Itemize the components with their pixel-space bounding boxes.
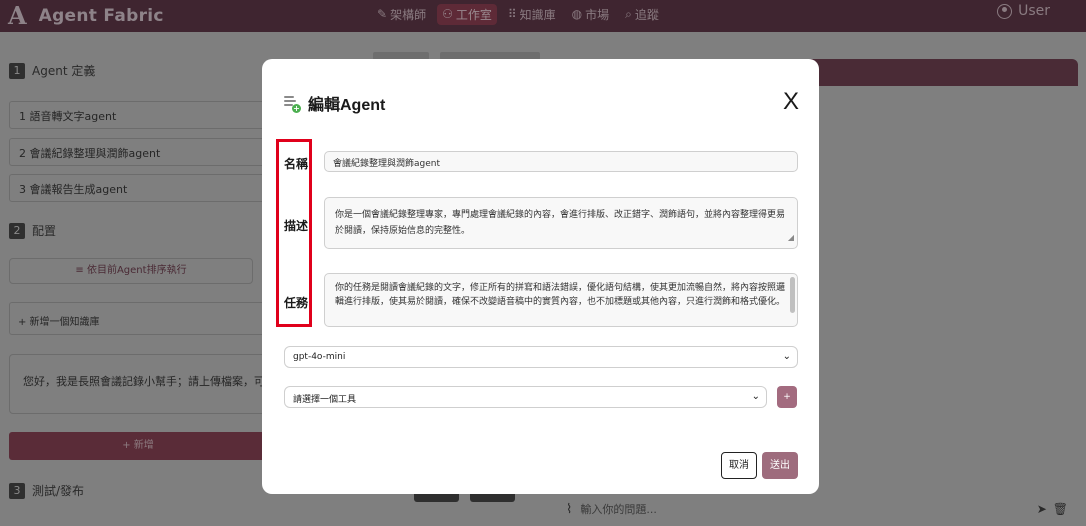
send-icon[interactable]: ➤ xyxy=(1037,502,1047,516)
section-config: 2 配置 xyxy=(9,222,56,239)
add-agent-button[interactable]: + 新增 xyxy=(9,432,267,460)
main-nav: ✎ 架構師 ⚇ 工作室 ⠿ 知識庫 ◍ 市場 ⌕ 追蹤 xyxy=(372,0,670,28)
edit-agent-modal: + 編輯Agent X 名稱 會議紀錄整理與潤飾agent 描述 你是一個會議紀… xyxy=(262,59,819,494)
name-label: 名稱 xyxy=(284,157,309,171)
pen-icon: ✎ xyxy=(377,7,388,21)
paperclip-icon[interactable]: ⌇ xyxy=(566,502,572,517)
nav-studio[interactable]: ⚇ 工作室 xyxy=(437,3,497,25)
cancel-button[interactable]: 取消 xyxy=(721,452,757,479)
add-tool-button[interactable]: + xyxy=(777,386,797,408)
modal-header: + 編輯Agent xyxy=(284,91,385,115)
chat-input[interactable]: 輸入你的問題... xyxy=(580,501,657,517)
close-button[interactable]: X xyxy=(783,88,799,116)
chevron-down-icon: ⌄ xyxy=(782,351,791,362)
nav-architect[interactable]: ✎ 架構師 xyxy=(372,4,431,25)
tool-value: 請選擇一個工具 xyxy=(293,395,357,405)
trash-icon[interactable]: 🗑 xyxy=(1053,502,1068,516)
section-number: 2 xyxy=(9,222,25,239)
app-name: Agent Fabric xyxy=(38,6,164,26)
section-title: Agent 定義 xyxy=(32,64,96,78)
description-label: 描述 xyxy=(284,219,309,233)
section-agent-definition: 1 Agent 定義 xyxy=(9,62,95,79)
add-knowledge-base-button[interactable]: + 新增一個知識庫 xyxy=(9,302,267,335)
nav-label: 知識庫 xyxy=(519,7,556,22)
welcome-message: 您好，我是長照會議記錄小幫手；請上傳檔案，可 xyxy=(9,354,267,414)
nav-knowledge-base[interactable]: ⠿ 知識庫 xyxy=(503,4,561,25)
resize-handle-icon[interactable]: ◢ xyxy=(788,230,794,246)
nav-label: 架構師 xyxy=(390,7,427,22)
submit-button[interactable]: 送出 xyxy=(762,452,798,479)
nav-label: 追蹤 xyxy=(634,7,659,22)
model-select[interactable]: gpt-4o-mini ⌄ xyxy=(284,346,798,368)
section-test-publish: 3 測試/發布 xyxy=(9,482,84,499)
agent-list-item[interactable]: 1 語音轉文字agent xyxy=(9,101,267,129)
search-icon: ⌕ xyxy=(625,6,632,21)
task-text: 你的任務是閱讀會議紀錄的文字，修正所有的拼寫和語法錯誤，優化語句結構，使其更加流… xyxy=(335,283,786,307)
section-number: 3 xyxy=(9,482,25,499)
agent-list-item[interactable]: 2 會議紀錄整理與潤飾agent xyxy=(9,138,267,166)
nav-market[interactable]: ◍ 市場 xyxy=(567,4,615,25)
section-number: 1 xyxy=(9,62,25,79)
people-icon: ⚇ xyxy=(442,7,453,21)
description-text: 你是一個會議紀錄整理專家，專門處理會議紀錄的內容，會進行排版、改正錯字、潤飾語句… xyxy=(335,210,786,236)
description-field[interactable]: 你是一個會議紀錄整理專家，專門處理會議紀錄的內容，會進行排版、改正錯字、潤飾語句… xyxy=(324,197,798,249)
section-title: 配置 xyxy=(32,224,57,238)
name-field[interactable]: 會議紀錄整理與潤飾agent xyxy=(324,151,798,172)
nav-tracking[interactable]: ⌕ 追蹤 xyxy=(620,4,664,25)
section-title: 測試/發布 xyxy=(32,484,85,498)
brand[interactable]: A Agent Fabric xyxy=(8,2,164,30)
scrollbar[interactable] xyxy=(790,277,795,313)
grid-icon: ⠿ xyxy=(507,7,517,21)
run-in-order-button[interactable]: ≡ 依目前Agent排序執行 xyxy=(9,258,253,284)
user-icon xyxy=(997,3,1013,19)
globe-icon: ◍ xyxy=(571,7,583,21)
model-value: gpt-4o-mini xyxy=(293,352,346,362)
task-field[interactable]: 你的任務是閱讀會議紀錄的文字，修正所有的拼寫和語法錯誤，優化語句結構，使其更加流… xyxy=(324,273,798,327)
task-label: 任務 xyxy=(284,296,309,310)
chevron-down-icon: ⌄ xyxy=(751,391,760,402)
modal-title: 編輯Agent xyxy=(308,97,386,114)
agent-list-item[interactable]: 3 會議報告生成agent xyxy=(9,174,267,202)
app-logo: A xyxy=(8,1,27,30)
chat-input-bar: ⌇ 輸入你的問題... ➤ 🗑 xyxy=(558,496,1078,522)
nav-label: 市場 xyxy=(585,7,610,22)
user-menu[interactable]: User xyxy=(997,3,1050,19)
top-navbar: A Agent Fabric ✎ 架構師 ⚇ 工作室 ⠿ 知識庫 ◍ 市場 ⌕ 追蹤 Us… xyxy=(0,0,1086,32)
add-document-icon: + xyxy=(284,96,301,113)
tool-select[interactable]: 請選擇一個工具 ⌄ xyxy=(284,386,767,408)
user-label: User xyxy=(1018,3,1050,19)
nav-label: 工作室 xyxy=(455,7,492,22)
